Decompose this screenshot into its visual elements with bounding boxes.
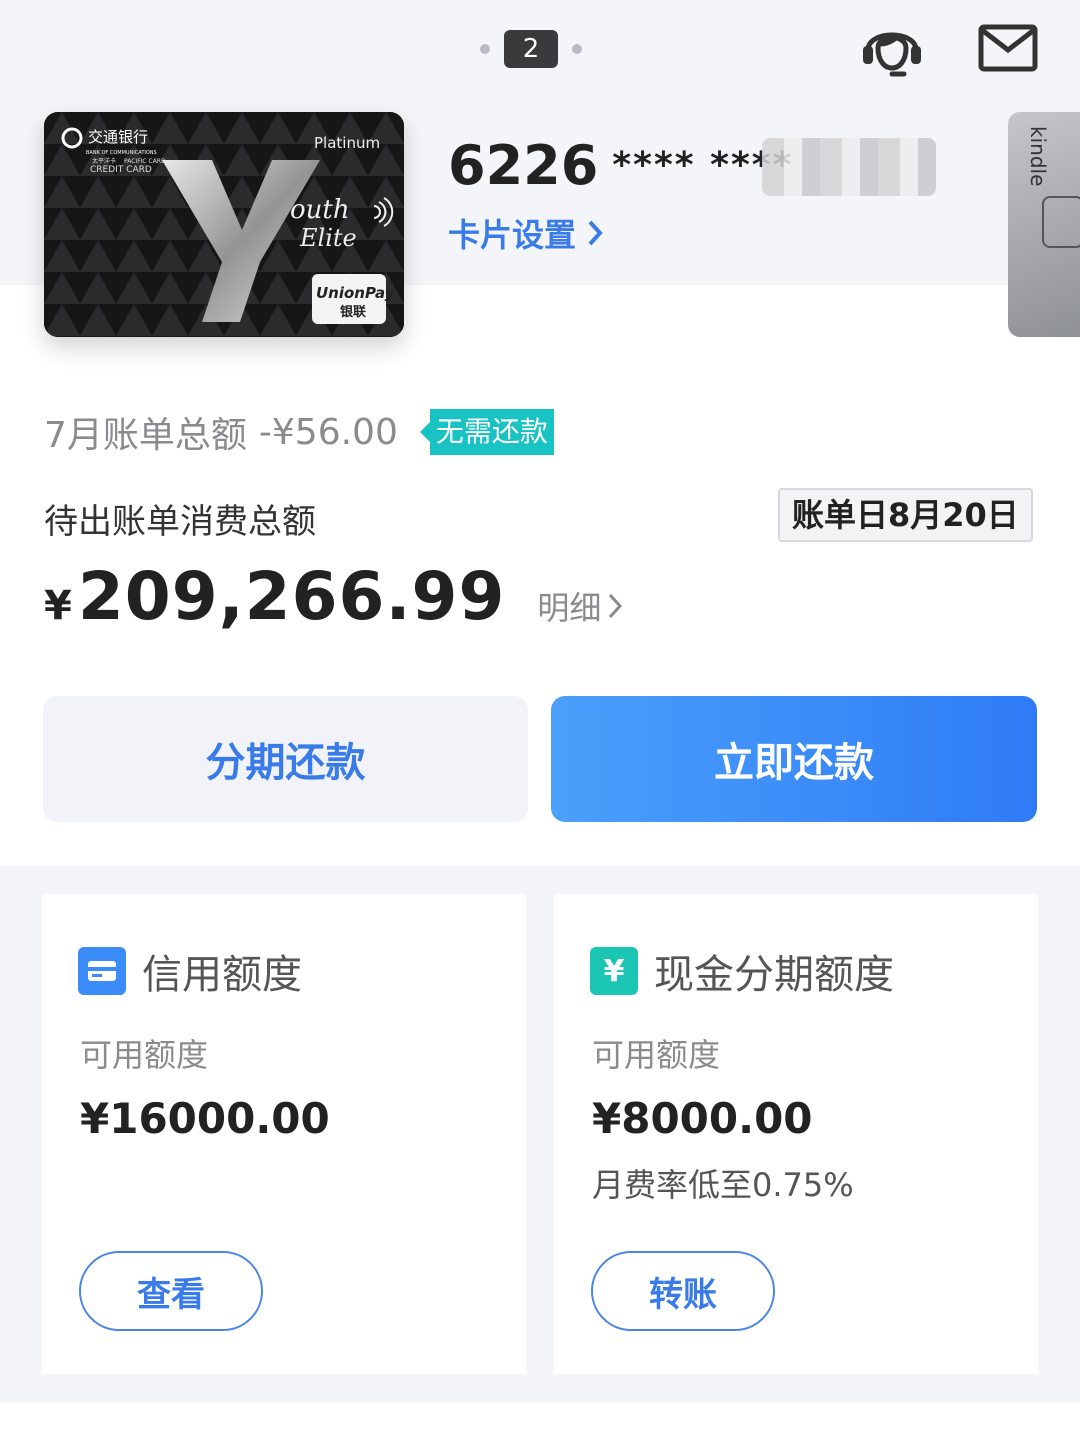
cash-installment-panel: ¥ 现金分期额度 可用额度 ¥8000.00 月费率低至0.75% 转账 [554, 894, 1038, 1374]
repay-now-button[interactable]: 立即还款 [551, 696, 1037, 822]
status-badge: 无需还款 [419, 409, 554, 455]
next-card-preview[interactable]: kindle [1008, 112, 1080, 337]
chevron-right-icon [609, 593, 623, 619]
card-tier: Platinum [314, 134, 380, 152]
headset-icon[interactable] [860, 20, 924, 80]
yuan-icon: ¥ [590, 947, 638, 995]
cash-installment-header: ¥ 现金分期额度 [590, 942, 894, 1000]
card-chip [1042, 196, 1080, 248]
cash-installment-sub: 可用额度 [592, 1036, 721, 1074]
pending-total: ¥ 209,266.99 明细 [44, 558, 623, 635]
card-type-label: CREDIT CARD [90, 165, 152, 175]
page-number-badge: 2 [504, 30, 558, 68]
credit-limit-sub: 可用额度 [80, 1036, 209, 1074]
pending-total-amount: 209,266.99 [77, 558, 506, 635]
mail-icon[interactable] [978, 24, 1038, 72]
card-number-blurred [762, 138, 936, 196]
page-dot-prev [480, 44, 490, 54]
card-number-prefix: 6226 [448, 134, 599, 197]
page-indicator: 2 [480, 30, 582, 68]
credit-limit-title: 信用额度 [142, 952, 302, 998]
transfer-button[interactable]: 转账 [591, 1251, 775, 1331]
card-product-line2: Elite [299, 224, 357, 252]
last-bill-label: 7月账单总额 [44, 415, 247, 456]
credit-limit-amount: ¥16000.00 [80, 1094, 330, 1143]
cash-installment-amount: ¥8000.00 [592, 1094, 813, 1143]
detail-link[interactable]: 明细 [537, 583, 623, 629]
view-limit-button[interactable]: 查看 [79, 1251, 263, 1331]
card-bank-cn: 交通银行 [88, 128, 148, 146]
currency-symbol: ¥ [44, 583, 72, 629]
card-bank-en: BANK OF COMMUNICATIONS [86, 150, 157, 156]
card-product-line1: outh [290, 195, 350, 225]
chevron-right-icon [588, 220, 603, 246]
card-brand-cn: 太平洋卡 [92, 157, 116, 165]
card-number: 6226 **** **** [448, 134, 793, 197]
card-icon [78, 947, 126, 995]
cash-installment-rate: 月费率低至0.75% [592, 1166, 854, 1204]
last-bill-summary: 7月账单总额 -¥56.00 无需还款 [44, 406, 554, 458]
last-bill-amount: -¥56.00 [258, 411, 398, 453]
credit-limit-panel: 信用额度 可用额度 ¥16000.00 查看 [42, 894, 526, 1374]
credit-card-image[interactable]: 交通银行 BANK OF COMMUNICATIONS 太平洋卡 PACIFIC… [44, 112, 404, 337]
cash-installment-title: 现金分期额度 [654, 952, 894, 998]
card-network-logo: UnionPay [316, 284, 396, 302]
page-dot-next [572, 44, 582, 54]
card-settings-link[interactable]: 卡片设置 [448, 210, 604, 256]
detail-label: 明细 [537, 589, 602, 627]
card-network-cn: 银联 [340, 304, 366, 320]
next-card-label: kindle [1026, 126, 1050, 187]
pending-bill-label: 待出账单消费总额 [44, 502, 316, 542]
card-brand-en: PACIFIC CARD [124, 158, 166, 165]
card-settings-label: 卡片设置 [448, 216, 577, 254]
bill-date-badge: 账单日8月20日 [778, 488, 1033, 542]
credit-limit-header: 信用额度 [78, 942, 302, 1000]
installment-repay-button[interactable]: 分期还款 [43, 696, 528, 822]
